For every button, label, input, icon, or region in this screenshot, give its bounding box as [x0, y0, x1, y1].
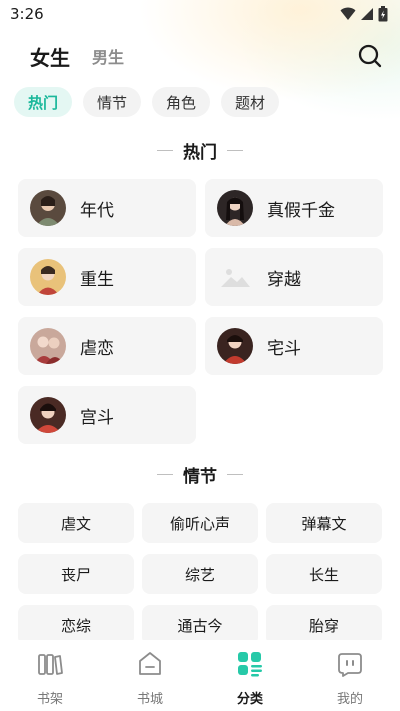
- category-filter-chips: 热门 情节 角色 题材: [14, 87, 280, 117]
- wifi-icon: [340, 7, 356, 20]
- signal-icon: [361, 8, 373, 20]
- nav-profile[interactable]: 我的: [310, 650, 390, 707]
- nav-label: 我的: [336, 692, 363, 707]
- tab-male[interactable]: 男生: [92, 44, 124, 68]
- chip-theme[interactable]: 题材: [221, 87, 280, 117]
- nav-bookstore[interactable]: 书城: [110, 650, 190, 707]
- lady-portrait-avatar: [217, 190, 253, 226]
- divider: [157, 149, 173, 151]
- genre-label: 宅斗: [267, 338, 301, 359]
- chip-plot[interactable]: 情节: [83, 87, 142, 117]
- image-placeholder-icon: [217, 259, 253, 295]
- chip-role[interactable]: 角色: [152, 87, 211, 117]
- genre-card-zhaidou[interactable]: 宅斗: [205, 317, 383, 375]
- plot-tag[interactable]: 综艺: [142, 554, 258, 594]
- rebirth-portrait-avatar: [30, 259, 66, 295]
- plot-tag[interactable]: 恋综: [18, 605, 134, 645]
- tab-female[interactable]: 女生: [30, 42, 70, 71]
- genre-label: 真假千金: [267, 200, 335, 221]
- genre-label: 穿越: [267, 269, 301, 290]
- period-portrait-avatar: [30, 190, 66, 226]
- section-title-plot: 情节: [0, 462, 400, 487]
- bottom-navigation: 书架 书城 分类 我的: [0, 640, 400, 711]
- divider: [227, 473, 243, 475]
- romance-portrait-avatar: [30, 328, 66, 364]
- status-icons: [340, 6, 388, 22]
- nav-label: 分类: [236, 692, 263, 707]
- genre-card-gongdou[interactable]: 宫斗: [18, 386, 196, 444]
- plot-tag[interactable]: 长生: [266, 554, 382, 594]
- genre-card-nuelian[interactable]: 虐恋: [18, 317, 196, 375]
- genre-label: 重生: [80, 269, 114, 290]
- battery-icon: [378, 6, 388, 22]
- profile-icon: [338, 653, 362, 677]
- genre-card-chongsheng[interactable]: 重生: [18, 248, 196, 306]
- plot-tag[interactable]: 虐文: [18, 503, 134, 543]
- plot-tag[interactable]: 丧尸: [18, 554, 134, 594]
- section-title-text: 热门: [183, 142, 217, 163]
- search-icon[interactable]: [356, 42, 384, 70]
- genre-label: 年代: [80, 200, 114, 221]
- mansion-portrait-avatar: [217, 328, 253, 364]
- palace-portrait-avatar: [30, 397, 66, 433]
- bookstore-icon: [139, 652, 161, 675]
- plot-tag[interactable]: 通古今: [142, 605, 258, 645]
- chip-hot[interactable]: 热门: [14, 87, 73, 117]
- status-bar: 3:26: [0, 0, 400, 28]
- plot-tag[interactable]: 弹幕文: [266, 503, 382, 543]
- category-icon: [238, 652, 262, 677]
- genre-label: 宫斗: [80, 407, 114, 428]
- plot-tag[interactable]: 偷听心声: [142, 503, 258, 543]
- genre-card-niandai[interactable]: 年代: [18, 179, 196, 237]
- gender-tabs: 女生 男生: [0, 36, 400, 76]
- divider: [227, 149, 243, 151]
- nav-bookshelf[interactable]: 书架: [10, 650, 90, 707]
- status-time: 3:26: [10, 5, 44, 23]
- genre-card-zhenjia[interactable]: 真假千金: [205, 179, 383, 237]
- plot-tag[interactable]: 胎穿: [266, 605, 382, 645]
- bookshelf-icon: [38, 654, 63, 675]
- section-title-text: 情节: [183, 466, 217, 487]
- divider: [157, 473, 173, 475]
- nav-label: 书架: [36, 692, 63, 707]
- nav-category[interactable]: 分类: [210, 650, 290, 707]
- genre-card-chuanyue[interactable]: 穿越: [205, 248, 383, 306]
- genre-label: 虐恋: [80, 338, 114, 359]
- nav-label: 书城: [136, 692, 163, 707]
- section-title-hot: 热门: [0, 138, 400, 163]
